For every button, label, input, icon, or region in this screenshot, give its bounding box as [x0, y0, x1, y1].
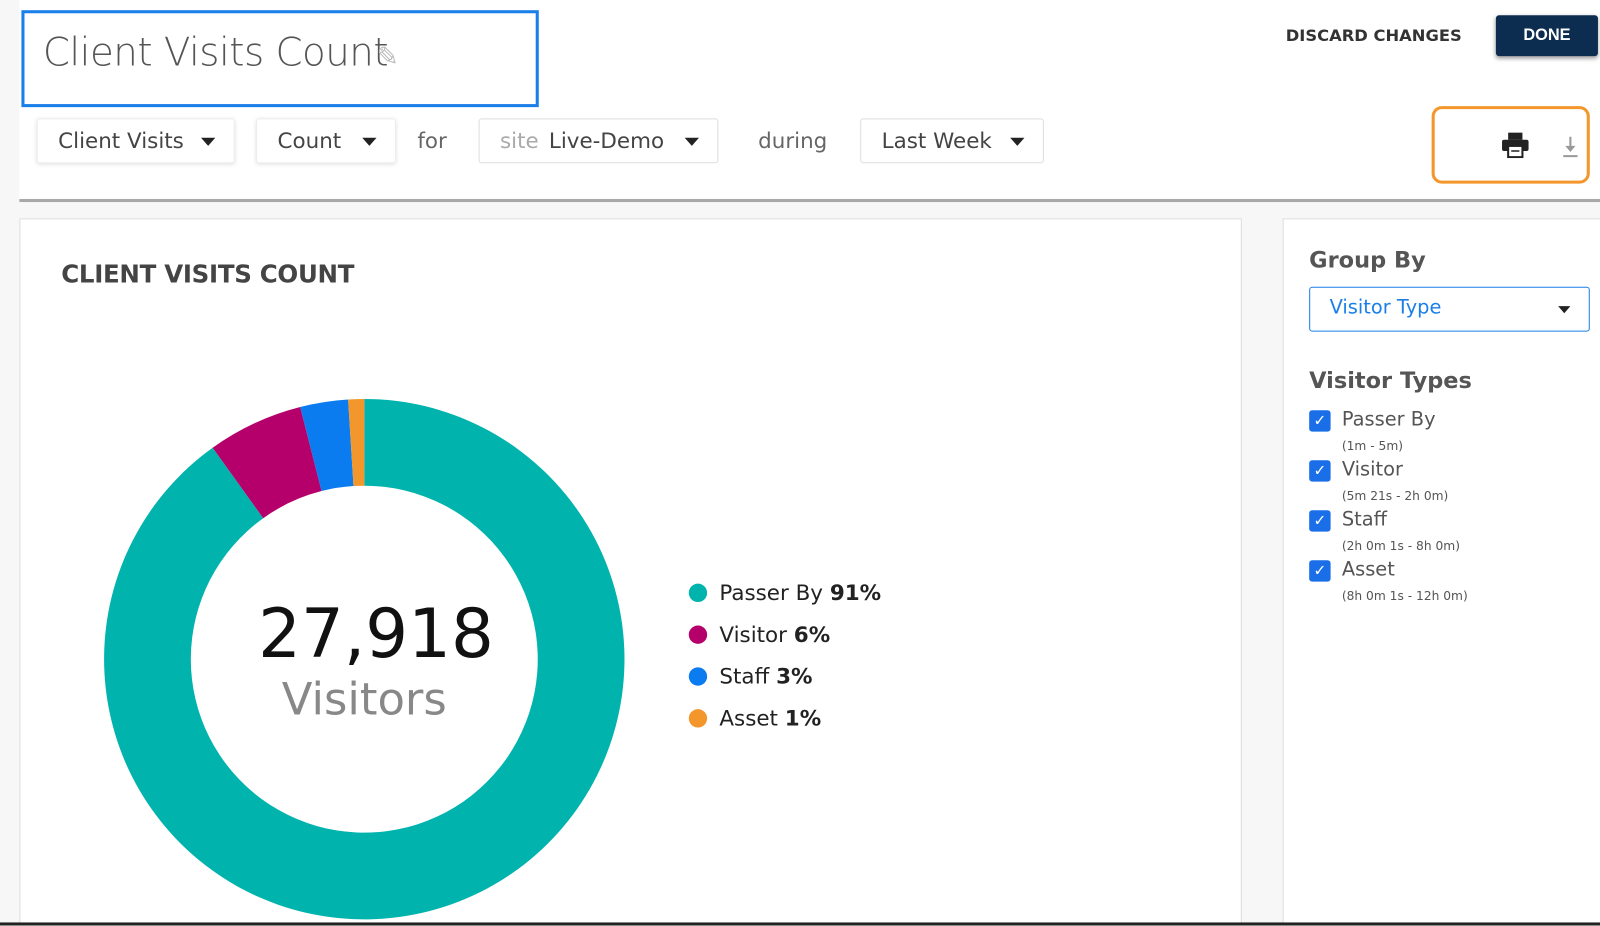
visitor-type-label[interactable]: Passer By — [1342, 408, 1436, 430]
export-actions — [1431, 106, 1590, 184]
visitor-type-range: (1m - 5m) — [1341, 438, 1404, 454]
legend-value: 3% — [776, 664, 813, 689]
visitor-type-label[interactable]: Asset — [1342, 558, 1395, 580]
donut-chart — [104, 398, 625, 920]
download-icon[interactable] — [1561, 136, 1579, 158]
legend-value: 91% — [829, 580, 882, 606]
total-label: Visitors — [281, 673, 447, 726]
group-by-value: Visitor Type — [1329, 295, 1442, 319]
group-by-select[interactable]: Visitor Type — [1309, 286, 1590, 332]
checkmark-icon: ✓ — [1313, 411, 1327, 430]
visitor-type-label[interactable]: Staff — [1342, 508, 1387, 530]
checkmark-icon: ✓ — [1313, 511, 1327, 530]
legend-dot-icon — [688, 583, 708, 603]
legend-dot-icon — [688, 709, 708, 728]
report-editor: Client Visits Count ✎ DISCARD CHANGES DO… — [0, 0, 1600, 926]
settings-panel: Group By Visitor Type Visitor Types ✓ Pas… — [1282, 218, 1600, 926]
legend-label: Staff — [719, 664, 770, 689]
done-button[interactable]: DONE — [1495, 15, 1598, 57]
legend-item[interactable]: Passer By 91% — [688, 580, 882, 606]
discard-changes-button[interactable]: DISCARD CHANGES — [1286, 26, 1462, 45]
legend-item[interactable]: Asset 1% — [688, 706, 822, 731]
legend-label: Asset — [719, 706, 778, 731]
visitor-type-label[interactable]: Visitor — [1342, 458, 1403, 480]
total-count: 27,918 — [258, 594, 494, 674]
legend-value: 6% — [793, 622, 831, 647]
legend-dot-icon — [688, 667, 708, 686]
visitor-types-label: Visitor Types — [1309, 368, 1472, 394]
visitor-type-range: (5m 21s - 2h 0m) — [1341, 488, 1449, 504]
taskbar — [0, 922, 1600, 926]
visitor-type-range: (8h 0m 1s - 12h 0m) — [1341, 588, 1468, 604]
legend-label: Visitor — [719, 622, 787, 647]
checkmark-icon: ✓ — [1313, 461, 1327, 480]
legend-item[interactable]: Staff 3% — [688, 664, 813, 689]
legend-label: Passer By — [719, 580, 824, 606]
checkmark-icon: ✓ — [1313, 561, 1327, 580]
visitor-type-checkbox[interactable]: ✓ — [1309, 560, 1331, 582]
visitor-type-checkbox[interactable]: ✓ — [1309, 460, 1331, 482]
caret-down-icon — [1558, 306, 1571, 314]
legend-item[interactable]: Visitor 6% — [688, 622, 831, 647]
visitor-type-checkbox[interactable]: ✓ — [1309, 510, 1331, 532]
legend-value: 1% — [784, 706, 822, 731]
legend-dot-icon — [688, 625, 708, 644]
visitor-type-checkbox[interactable]: ✓ — [1309, 410, 1331, 432]
printer-icon[interactable] — [1501, 132, 1530, 159]
visitor-type-range: (2h 0m 1s - 8h 0m) — [1341, 538, 1460, 554]
group-by-label: Group By — [1309, 247, 1426, 274]
